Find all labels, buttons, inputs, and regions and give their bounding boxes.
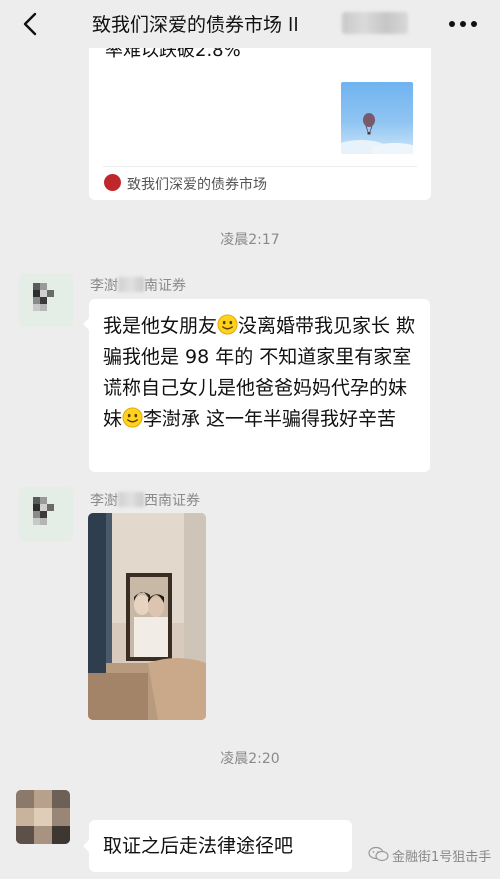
timestamp: 凌晨2:20: [220, 751, 280, 767]
avatar[interactable]: [16, 790, 70, 844]
avatar[interactable]: [19, 487, 73, 541]
smiling-face-emoji-icon: [217, 314, 238, 335]
avatar[interactable]: [19, 273, 73, 327]
chevron-left-icon[interactable]: [18, 11, 44, 37]
watermark-text: 金融街1号狙击手: [392, 850, 492, 865]
photo-message[interactable]: [88, 513, 206, 720]
smiling-face-emoji-icon: [122, 407, 143, 428]
message-bubble[interactable]: 我是他女朋友 没离婚带我见家长 欺骗我他是 98 年的 不知道家里有家室 谎称自己…: [83, 299, 430, 472]
chat-title: 致我们深爱的债券市场 ll: [92, 14, 299, 36]
divider: [103, 166, 417, 167]
chat-header: 致我们深爱的债券市场 ll: [0, 0, 500, 48]
name-mosaic: [118, 492, 144, 507]
source-logo-icon: [104, 174, 121, 191]
sender-name: 李澍 西南证券: [90, 492, 200, 509]
article-thumbnail: [341, 82, 413, 154]
sender-name: 李澍 南证券: [90, 277, 186, 294]
name-mosaic: [118, 277, 144, 292]
title-mosaic: [342, 12, 408, 34]
message-bubble[interactable]: 取证之后走法律途径吧: [83, 820, 352, 872]
message-text: 我是他女朋友 没离婚带我见家长 欺骗我他是 98 年的 不知道家里有家室 谎称自己…: [103, 314, 416, 430]
more-dots-icon[interactable]: [448, 20, 478, 28]
bubble-tail: [83, 839, 90, 853]
article-title-snippet: 率难以跌破2.8%: [105, 48, 241, 61]
article-source-name: 致我们深爱的债券市场: [127, 177, 267, 193]
bedroom-photo: [88, 513, 206, 720]
bubble-tail: [83, 317, 90, 331]
wechat-logo-icon: [368, 846, 389, 862]
shared-article-card[interactable]: 率难以跌破2.8% 致我们深爱的债券市场: [89, 48, 431, 200]
timestamp: 凌晨2:17: [220, 232, 280, 248]
message-text: 取证之后走法律途径吧: [103, 835, 294, 857]
hot-air-balloon-icon: [341, 113, 413, 154]
